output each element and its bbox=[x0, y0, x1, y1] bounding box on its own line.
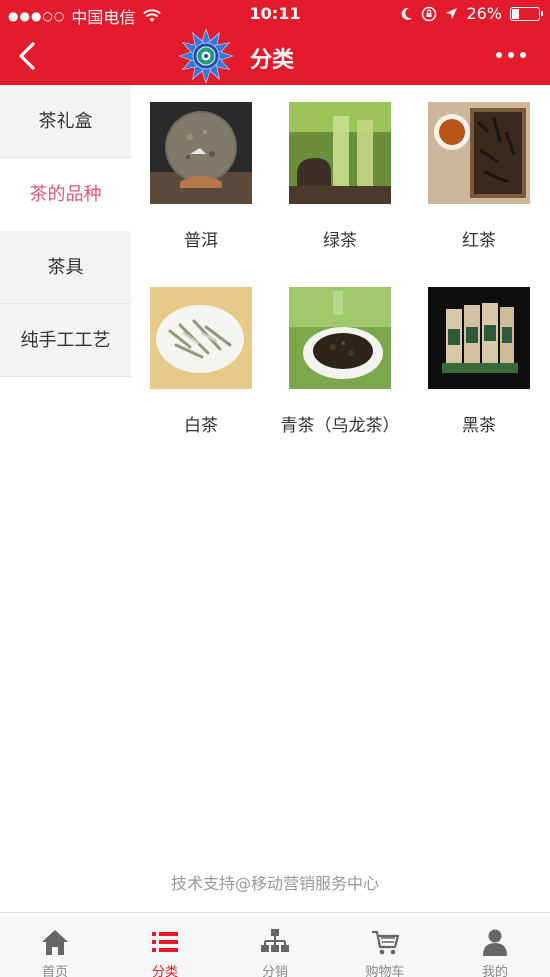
oolong-tea-image bbox=[289, 287, 391, 389]
green-tea-image bbox=[289, 102, 391, 204]
back-chevron-icon[interactable] bbox=[14, 40, 42, 72]
grid-item-oolong-tea[interactable]: 青茶（乌龙茶） bbox=[270, 287, 410, 436]
grid-item-green-tea[interactable]: 绿茶 bbox=[270, 102, 410, 251]
brand-logo bbox=[178, 28, 234, 84]
cart-icon bbox=[372, 930, 400, 955]
grid-item-puer[interactable]: 普洱 bbox=[131, 102, 271, 251]
grid-item-label: 绿茶 bbox=[323, 231, 357, 251]
grid-item-label: 青茶（乌龙茶） bbox=[280, 416, 400, 436]
home-icon bbox=[42, 930, 68, 955]
grid-item-label: 红茶 bbox=[462, 231, 496, 251]
grid-item-label: 白茶 bbox=[184, 416, 218, 436]
black-tea-image bbox=[428, 102, 530, 204]
tab-label: 分类 bbox=[151, 965, 178, 977]
user-icon bbox=[483, 929, 507, 956]
tab-label: 我的 bbox=[481, 965, 508, 977]
bottom-tab-bar: 首页 分类 分销 购物车 我的 bbox=[0, 912, 550, 977]
tab-category[interactable]: 分类 bbox=[110, 913, 220, 977]
tab-home[interactable]: 首页 bbox=[0, 913, 110, 977]
more-dots-icon[interactable] bbox=[496, 52, 526, 58]
sidebar-item-gift-box[interactable]: 茶礼盒 bbox=[0, 85, 131, 158]
grid-item-black-tea[interactable]: 红茶 bbox=[409, 102, 549, 251]
battery-icon bbox=[510, 6, 543, 21]
status-bar: ●●●○○ 中国电信 10:11 26% bbox=[0, 0, 550, 28]
grid-item-label: 普洱 bbox=[184, 231, 218, 251]
tab-cart[interactable]: 购物车 bbox=[330, 913, 440, 977]
battery-percent: 26% bbox=[466, 4, 502, 23]
page-title: 分类 bbox=[250, 48, 295, 73]
puer-tea-image bbox=[150, 102, 252, 204]
tab-label: 分销 bbox=[261, 965, 288, 977]
top-bar: ●●●○○ 中国电信 10:11 26% 分类 bbox=[0, 0, 550, 85]
tab-label: 首页 bbox=[41, 965, 68, 977]
tab-distribution[interactable]: 分销 bbox=[220, 913, 330, 977]
category-sidebar: 茶礼盒 茶的品种 茶具 纯手工工艺 bbox=[0, 85, 131, 377]
dark-tea-image bbox=[428, 287, 530, 389]
grid-item-dark-tea[interactable]: 黑茶 bbox=[409, 287, 549, 436]
tab-label: 购物车 bbox=[365, 965, 405, 977]
sidebar-item-teaware[interactable]: 茶具 bbox=[0, 231, 131, 304]
tab-mine[interactable]: 我的 bbox=[440, 913, 550, 977]
moon-icon bbox=[402, 7, 413, 20]
grid-item-white-tea[interactable]: 白茶 bbox=[131, 287, 271, 436]
sidebar-item-handcraft[interactable]: 纯手工工艺 bbox=[0, 304, 131, 377]
list-icon bbox=[152, 932, 178, 952]
rotation-lock-icon bbox=[422, 6, 437, 21]
org-chart-icon bbox=[261, 929, 289, 952]
nav-header: 分类 bbox=[0, 28, 550, 85]
location-arrow-icon bbox=[446, 8, 458, 19]
white-tea-image bbox=[150, 287, 252, 389]
tech-support-note: 技术支持@移动营销服务中心 bbox=[170, 874, 379, 893]
grid-item-label: 黑茶 bbox=[462, 416, 496, 436]
sidebar-item-tea-varieties[interactable]: 茶的品种 bbox=[0, 158, 131, 231]
